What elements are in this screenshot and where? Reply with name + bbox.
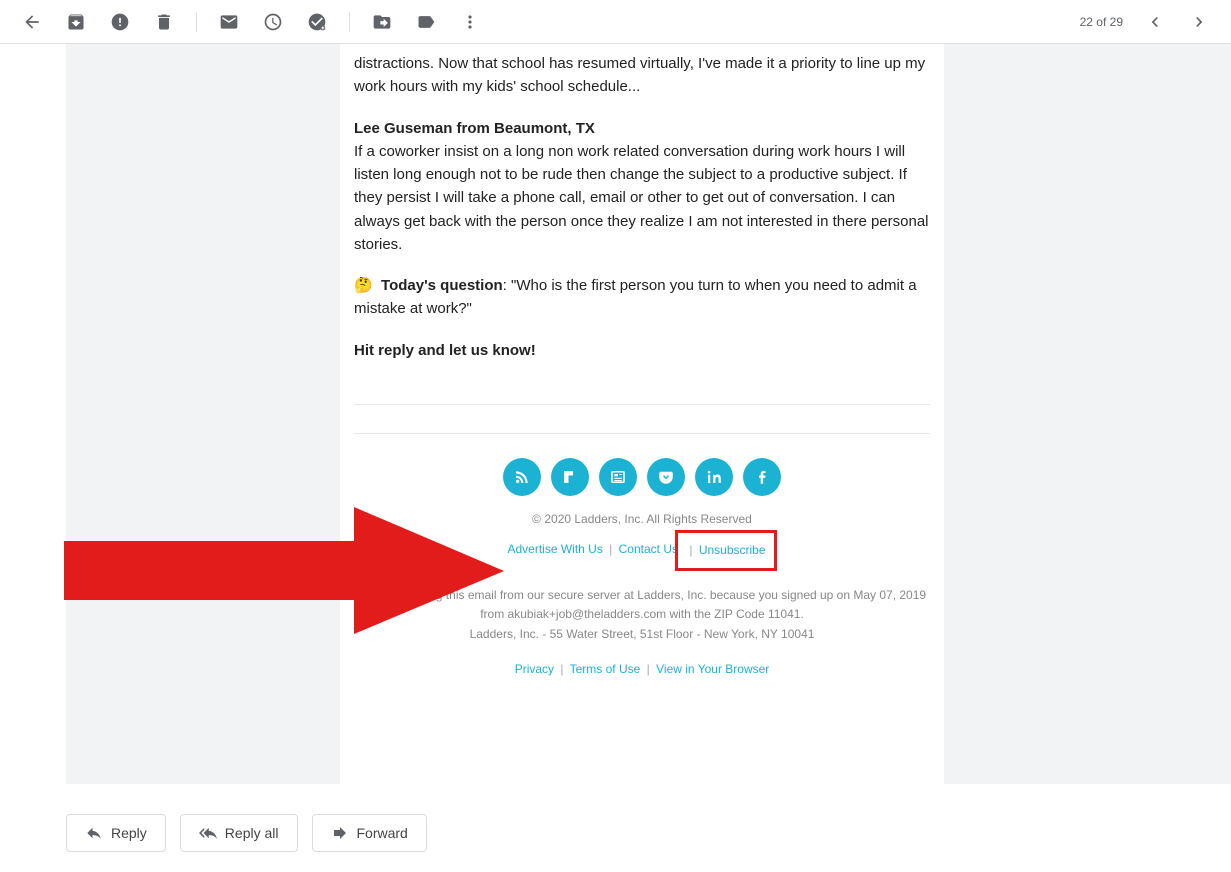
- add-to-tasks-button[interactable]: [297, 2, 337, 42]
- spam-button[interactable]: [100, 2, 140, 42]
- author-body: If a coworker insist on a long non work …: [354, 143, 929, 253]
- message-content: distractions. Now that school has resume…: [340, 44, 944, 386]
- archive-button[interactable]: [56, 2, 96, 42]
- question-label: Today's question: [381, 277, 503, 294]
- footer-links-1: Advertise With Us | Contact Us | Unsubsc…: [354, 529, 930, 570]
- disclosure-2: Ladders, Inc. - 55 Water Street, 51st Fl…: [354, 625, 930, 644]
- email-body: distractions. Now that school has resume…: [340, 44, 944, 784]
- reply-all-button[interactable]: Reply all: [180, 814, 298, 852]
- more-button[interactable]: [450, 2, 490, 42]
- forward-icon: [331, 824, 349, 842]
- labels-button[interactable]: [406, 2, 446, 42]
- footer-links-2: Privacy | Terms of Use | View in Your Br…: [354, 660, 930, 679]
- reply-label: Reply: [111, 825, 147, 841]
- linkedin-icon[interactable]: [695, 458, 733, 496]
- actions-row: Reply Reply all Forward: [0, 784, 1231, 872]
- copyright: © 2020 Ladders, Inc. All Rights Reserved: [354, 510, 930, 529]
- terms-link[interactable]: Terms of Use: [570, 662, 641, 676]
- reply-icon: [85, 824, 103, 842]
- flipboard-icon[interactable]: [551, 458, 589, 496]
- toolbar: 22 of 29: [0, 0, 1231, 44]
- cta-text: Hit reply and let us know!: [354, 342, 536, 359]
- reply-all-label: Reply all: [225, 825, 279, 841]
- privacy-link[interactable]: Privacy: [515, 662, 554, 676]
- back-button[interactable]: [12, 2, 52, 42]
- social-row: [340, 458, 944, 496]
- snooze-button[interactable]: [253, 2, 293, 42]
- mark-unread-button[interactable]: [209, 2, 249, 42]
- facebook-icon[interactable]: [743, 458, 781, 496]
- footer: © 2020 Ladders, Inc. All Rights Reserved…: [340, 510, 944, 699]
- author-block: Lee Guseman from Beaumont, TX If a cowor…: [354, 117, 930, 257]
- forward-button[interactable]: Forward: [312, 814, 427, 852]
- advertise-link[interactable]: Advertise With Us: [507, 542, 602, 556]
- unsubscribe-highlight: | Unsubscribe: [675, 530, 776, 571]
- left-gutter: [66, 44, 340, 784]
- rss-icon[interactable]: [503, 458, 541, 496]
- right-gutter: [944, 44, 1231, 784]
- separator: [354, 404, 930, 405]
- content-wrap: distractions. Now that school has resume…: [0, 44, 1231, 784]
- pager-text: 22 of 29: [1080, 15, 1123, 29]
- question-block: 🤔 Today's question: "Who is the first pe…: [354, 274, 930, 321]
- forward-label: Forward: [357, 825, 408, 841]
- toolbar-separator: [196, 12, 197, 32]
- move-to-button[interactable]: [362, 2, 402, 42]
- disclosure-1: You're receiving this email from our sec…: [354, 586, 930, 624]
- reply-all-icon: [199, 824, 217, 842]
- author-name: Lee Guseman from Beaumont, TX: [354, 120, 595, 137]
- separator: [354, 433, 930, 434]
- pocket-icon[interactable]: [647, 458, 685, 496]
- toolbar-separator: [349, 12, 350, 32]
- prev-message-button[interactable]: [1135, 2, 1175, 42]
- unsubscribe-link[interactable]: Unsubscribe: [699, 543, 766, 557]
- news-icon[interactable]: [599, 458, 637, 496]
- thinking-emoji: 🤔: [354, 277, 373, 294]
- next-message-button[interactable]: [1179, 2, 1219, 42]
- view-browser-link[interactable]: View in Your Browser: [656, 662, 769, 676]
- reply-button[interactable]: Reply: [66, 814, 166, 852]
- delete-button[interactable]: [144, 2, 184, 42]
- intro-fragment: distractions. Now that school has resume…: [354, 52, 930, 99]
- contact-link[interactable]: Contact Us: [619, 542, 678, 556]
